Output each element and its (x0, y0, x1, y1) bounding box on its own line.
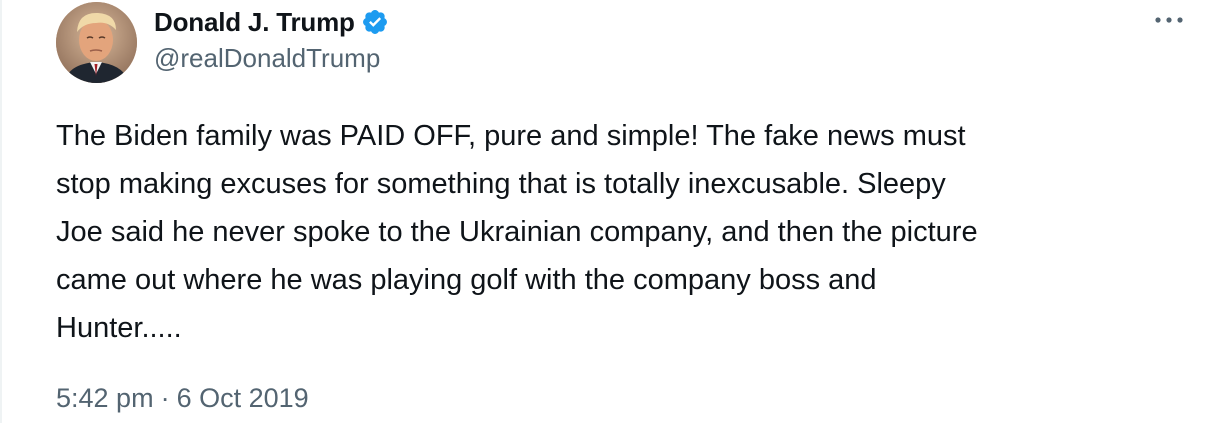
timestamp-separator: · (160, 383, 170, 413)
verified-badge-icon (361, 8, 389, 36)
profile-photo-icon (56, 2, 137, 83)
tweet-text: The Biden family was PAID OFF, pure and … (56, 120, 978, 344)
display-name-row: Donald J. Trump (154, 2, 389, 42)
tweet-date-link[interactable]: 6 Oct 2019 (177, 383, 309, 414)
author-block: Donald J. Trump @realDonaldTrump (154, 2, 389, 74)
tweet-time-link[interactable]: 5:42 pm (56, 383, 154, 414)
tweet-card: Donald J. Trump @realDonaldTrump The Bid… (0, 0, 1210, 423)
tweet-timestamp: 5:42 pm · 6 Oct 2019 (56, 383, 309, 414)
author-handle[interactable]: @realDonaldTrump (154, 43, 389, 74)
avatar[interactable] (56, 2, 137, 83)
more-options-button[interactable] (1152, 8, 1186, 32)
display-name[interactable]: Donald J. Trump (154, 7, 355, 38)
more-horizontal-icon (1155, 17, 1183, 23)
